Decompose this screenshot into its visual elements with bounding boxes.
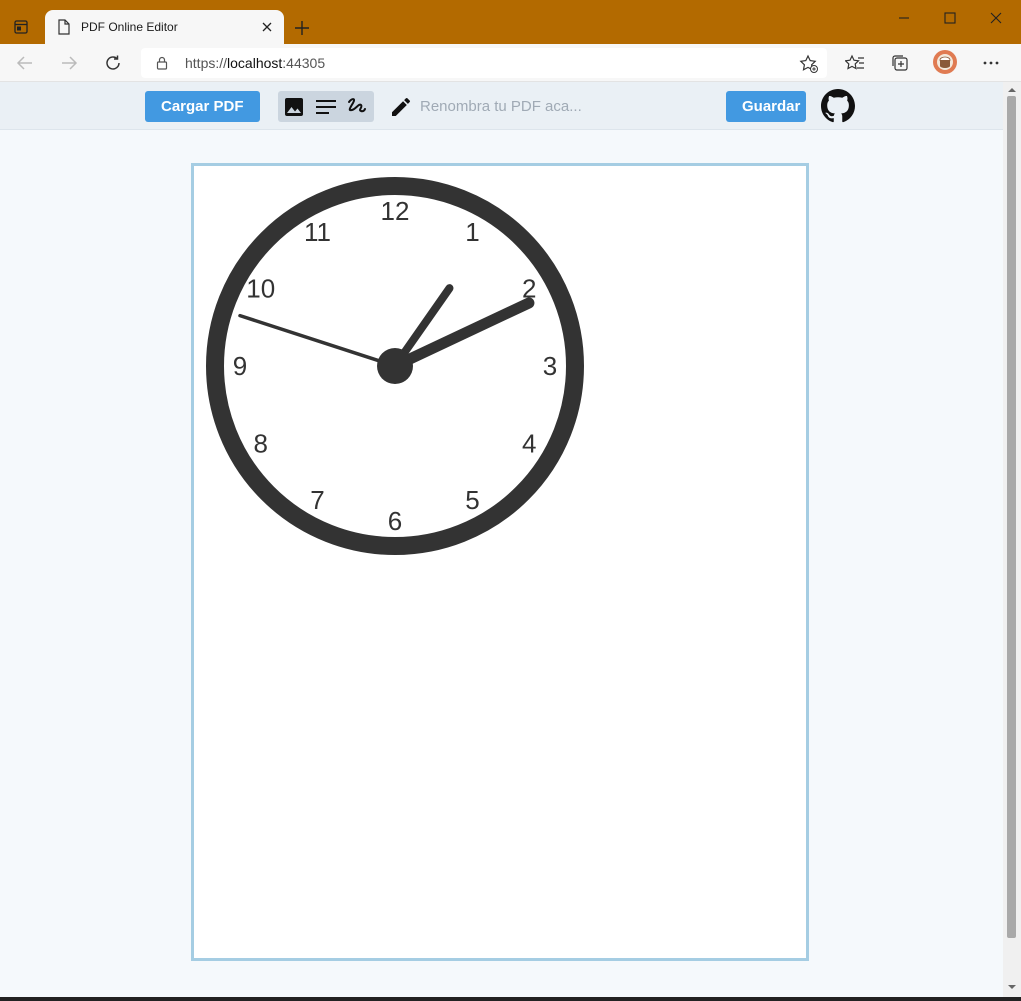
clock-number: 7 — [310, 485, 324, 515]
pencil-icon — [392, 97, 411, 116]
close-window-icon[interactable] — [984, 6, 1008, 30]
clock-number: 12 — [381, 196, 410, 226]
rename-pdf-input[interactable] — [420, 93, 710, 119]
more-options-icon[interactable] — [978, 51, 1004, 75]
clock-number: 1 — [465, 217, 479, 247]
clock-center — [377, 348, 413, 384]
clock-number: 6 — [388, 506, 402, 536]
new-tab-icon[interactable] — [289, 15, 315, 41]
refresh-icon[interactable] — [100, 51, 126, 75]
github-icon[interactable] — [821, 89, 855, 123]
draw-icon[interactable] — [346, 96, 368, 118]
maximize-icon[interactable] — [938, 6, 962, 30]
close-tab-icon[interactable] — [258, 18, 276, 36]
page-icon — [58, 19, 70, 35]
scroll-down-icon[interactable] — [1007, 982, 1017, 992]
pdf-page[interactable]: 12 1 2 3 4 5 6 7 8 9 10 11 — [191, 163, 809, 961]
clock-number: 8 — [254, 429, 268, 459]
load-pdf-button[interactable]: Cargar PDF — [145, 91, 260, 122]
clock-number: 10 — [246, 274, 275, 304]
text-icon[interactable] — [315, 96, 337, 118]
tools-group — [278, 91, 374, 122]
clock-number: 9 — [233, 351, 247, 381]
back-icon[interactable] — [12, 51, 38, 75]
clock-number: 3 — [543, 351, 557, 381]
browser-titlebar: PDF Online Editor — [0, 0, 1021, 44]
browser-addressbar: https://localhost:44305 — [0, 44, 1021, 82]
page-scrollbar[interactable] — [1003, 82, 1021, 997]
browser-tab[interactable]: PDF Online Editor — [45, 10, 284, 44]
add-favorite-icon[interactable] — [799, 54, 819, 74]
save-button[interactable]: Guardar — [726, 91, 806, 122]
tab-title: PDF Online Editor — [81, 20, 178, 34]
image-icon[interactable] — [283, 96, 305, 118]
url-field[interactable]: https://localhost:44305 — [141, 48, 827, 78]
clock-image[interactable]: 121234567891011 — [205, 176, 585, 556]
profile-avatar[interactable] — [933, 50, 957, 74]
tab-actions-icon[interactable] — [8, 14, 34, 40]
url-text: https://localhost:44305 — [185, 55, 326, 71]
lock-icon — [156, 56, 168, 70]
clock-number: 11 — [304, 217, 331, 247]
minimize-icon[interactable] — [892, 6, 916, 30]
scroll-thumb[interactable] — [1007, 96, 1016, 938]
forward-icon[interactable] — [56, 51, 82, 75]
clock-number: 4 — [522, 429, 536, 459]
clock-number: 5 — [465, 485, 479, 515]
collections-icon[interactable] — [887, 51, 913, 75]
page-viewport: Cargar PDF Guardar 121234567891011 — [0, 82, 1003, 997]
scroll-up-icon[interactable] — [1007, 85, 1017, 95]
bottom-edge — [0, 997, 1021, 1001]
favorites-icon[interactable] — [842, 51, 868, 75]
editor-toolbar: Cargar PDF Guardar — [0, 82, 1003, 130]
